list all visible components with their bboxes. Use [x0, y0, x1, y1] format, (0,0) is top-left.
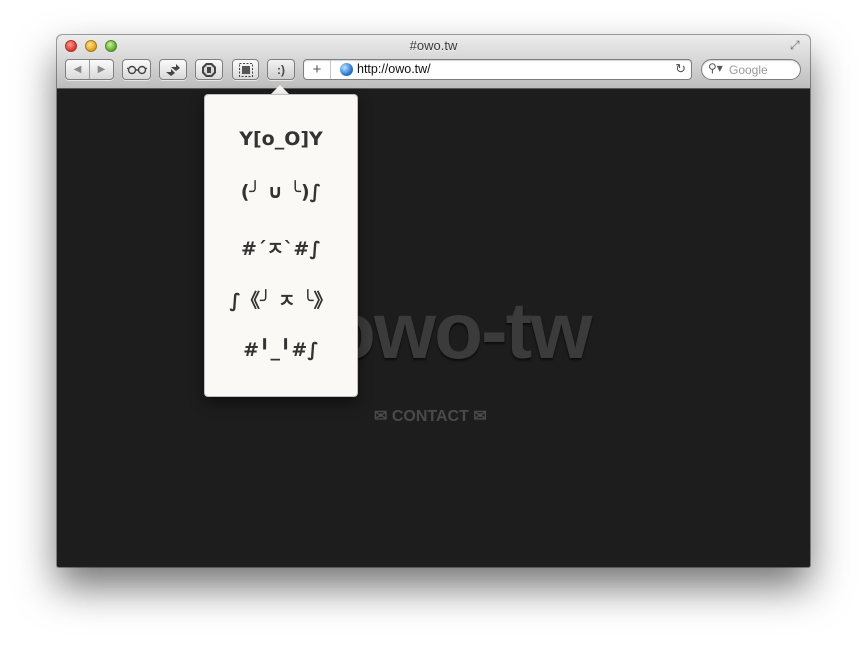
right-arrow-icon: ▶	[97, 64, 106, 75]
reader-button[interactable]	[122, 59, 151, 80]
emoticon-popover: Y[o_O]Y (╯ ∪ ╰)∫ #´ㅈ`#∫ ∫《╯ ㅈ ╰》 #╹_╹#∫	[204, 94, 358, 397]
browser-window: #owo.tw ⤢ ◀ ▶:) + http://owo.tw/ ↻ ⚲▾ G…	[57, 35, 810, 567]
reload-icon[interactable]: ↻	[675, 61, 686, 77]
page-content: owo-tw ✉ CONTACT ✉	[57, 89, 810, 567]
emoticon-icon: :)	[277, 62, 285, 77]
search-placeholder: Google	[729, 63, 768, 77]
site-logo: owo-tw	[327, 286, 592, 375]
add-bookmark-button[interactable]: +	[304, 60, 331, 79]
left-arrow-icon: ◀	[73, 64, 82, 75]
navigation-buttons: ◀ ▶	[65, 59, 114, 80]
window-title: #owo.tw	[409, 38, 458, 53]
search-icon: ⚲▾	[708, 61, 723, 75]
address-bar[interactable]: + http://owo.tw/ ↻	[303, 59, 692, 80]
reader-glasses-icon	[126, 65, 147, 74]
adblock-shield-icon	[202, 62, 216, 77]
fullscreen-icon[interactable]: ⤢	[790, 38, 804, 52]
screenshot-button[interactable]	[232, 59, 259, 80]
share-button[interactable]	[159, 59, 187, 80]
emoticon-item[interactable]: #´ㅈ`#∫	[205, 234, 357, 261]
emoticon-item[interactable]: #╹_╹#∫	[205, 339, 357, 361]
url-text[interactable]: http://owo.tw/	[357, 62, 431, 76]
emoticon-item[interactable]: ∫《╯ ㅈ ╰》	[205, 286, 357, 313]
emoticon-item[interactable]: Y[o_O]Y	[205, 128, 357, 150]
title-bar: #owo.tw ⤢ ◀ ▶:) + http://owo.tw/ ↻ ⚲▾ G…	[57, 35, 810, 89]
emoticon-item[interactable]: (╯ ∪ ╰)∫	[205, 181, 357, 203]
screenshot-icon	[238, 62, 253, 77]
globe-icon	[340, 63, 353, 76]
share-icon	[166, 63, 180, 76]
contact-link[interactable]: ✉ CONTACT ✉	[374, 406, 487, 426]
search-field[interactable]: ⚲▾ Google	[701, 59, 801, 80]
adblock-button[interactable]	[195, 59, 223, 80]
emoticon-button[interactable]: :)	[267, 59, 295, 80]
back-button[interactable]: ◀	[66, 60, 89, 79]
forward-button[interactable]: ▶	[90, 60, 113, 79]
